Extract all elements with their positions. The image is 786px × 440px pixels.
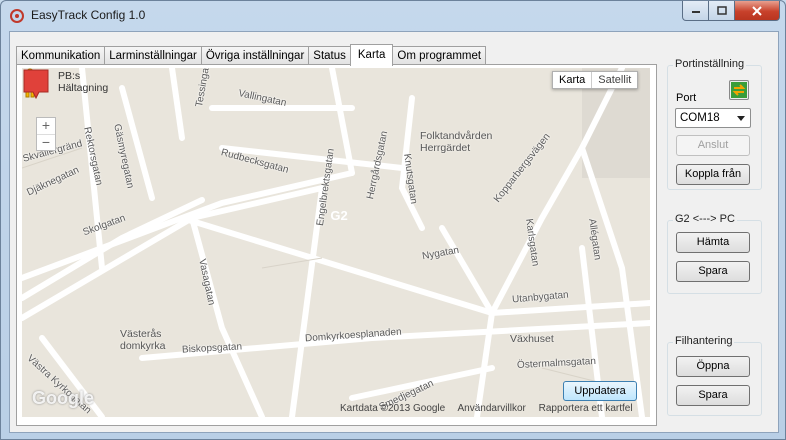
close-button[interactable]: [735, 1, 780, 21]
zoom-in-button[interactable]: +: [37, 118, 55, 134]
marker-label: G2: [330, 208, 348, 223]
file-handling-title: Filhantering: [673, 335, 735, 347]
tab-status[interactable]: Status: [308, 46, 351, 65]
maximize-icon: [716, 6, 727, 15]
connect-button[interactable]: Anslut: [676, 135, 750, 156]
port-label: Port: [676, 92, 697, 104]
close-icon: [752, 5, 762, 16]
port-select-value: COM18: [680, 112, 720, 124]
place-label: Folktandvården Herrgärdet: [420, 130, 493, 154]
save-file-button[interactable]: Spara: [676, 385, 750, 406]
map-type-satellite-button[interactable]: Satellit: [592, 72, 637, 88]
place-label: Växhuset: [510, 333, 554, 345]
refresh-ports-button[interactable]: [729, 80, 749, 100]
minimize-icon: [691, 10, 700, 13]
fetch-button[interactable]: Hämta: [676, 232, 750, 253]
tab-ovriga-installningar[interactable]: Övriga inställningar: [200, 46, 310, 65]
g2-pc-title: G2 <---> PC: [673, 213, 737, 225]
zoom-control: + −: [36, 117, 56, 151]
tab-karta[interactable]: Karta: [349, 44, 394, 66]
device-marker[interactable]: [22, 68, 50, 100]
title-bar[interactable]: EasyTrack Config 1.0: [1, 1, 785, 31]
tab-strip: Kommunikation Larminställningar Övriga i…: [16, 44, 487, 66]
open-file-button[interactable]: Öppna: [676, 356, 750, 377]
window-title: EasyTrack Config 1.0: [31, 8, 146, 22]
refresh-icon: [731, 82, 747, 98]
google-logo: Google: [32, 388, 94, 408]
street-view-label: PB:s Hältagning: [58, 70, 109, 94]
save-to-device-button[interactable]: Spara: [676, 261, 750, 282]
tab-larminstallningar[interactable]: Larminställningar: [104, 46, 202, 65]
map-type-map-button[interactable]: Karta: [553, 72, 593, 88]
minimize-button[interactable]: [682, 1, 709, 21]
copyright-text: Kartdata ©2013 Google: [340, 403, 446, 414]
port-settings-title: Portinställning: [673, 58, 747, 70]
tab-om-programmet[interactable]: Om programmet: [392, 46, 487, 65]
port-select[interactable]: COM18: [675, 108, 751, 128]
zoom-out-button[interactable]: −: [37, 134, 55, 150]
disconnect-button[interactable]: Koppla från: [676, 164, 750, 185]
map-view[interactable]: Vallingatan Tessingatan Rudbecksgatan He…: [22, 68, 650, 417]
terms-link[interactable]: Användarvillkor: [457, 403, 525, 414]
update-map-button[interactable]: Uppdatera: [563, 381, 637, 401]
map-attribution: Kartdata ©2013 Google Användarvillkor Ra…: [340, 403, 643, 414]
maximize-button[interactable]: [709, 1, 735, 21]
place-label: Västerås domkyrka: [120, 328, 166, 352]
tab-kommunikation[interactable]: Kommunikation: [16, 46, 106, 65]
report-link[interactable]: Rapportera ett kartfel: [539, 403, 633, 414]
app-icon: [10, 9, 24, 23]
map-type-switch: Karta Satellit: [552, 71, 639, 89]
chevron-down-icon: [737, 116, 745, 121]
